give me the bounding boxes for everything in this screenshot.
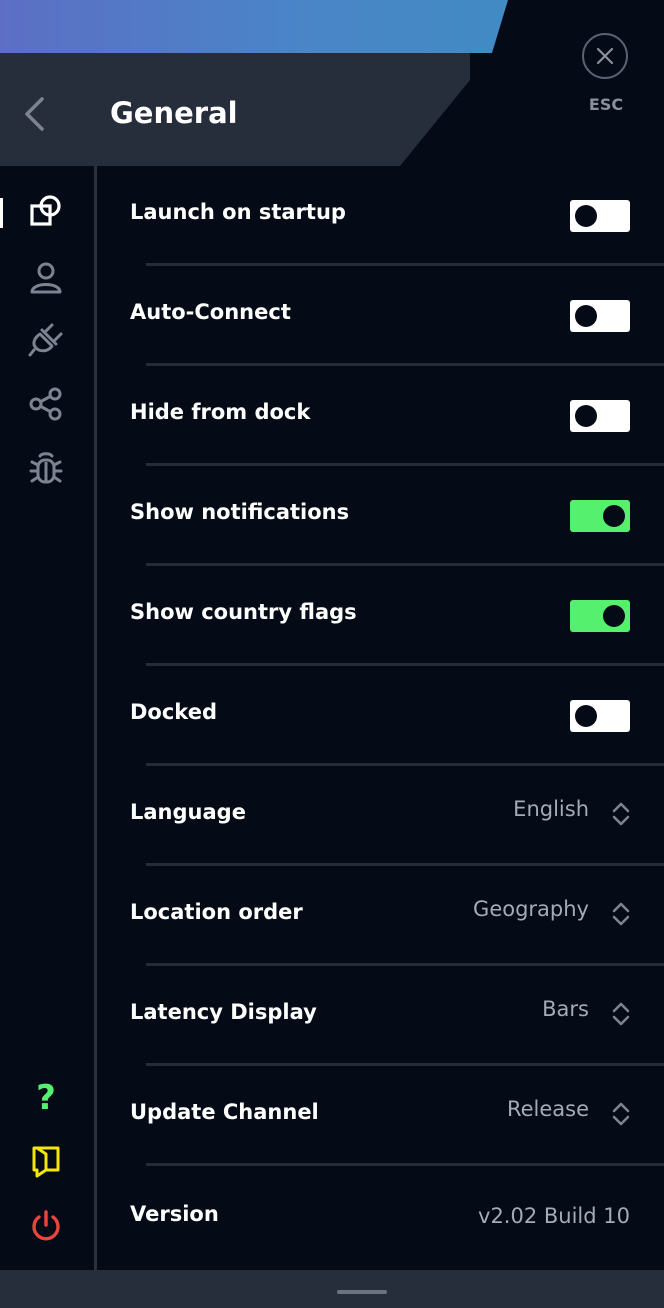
plug-icon [28, 323, 63, 357]
show-notifications-toggle[interactable] [570, 500, 630, 532]
share-icon [29, 387, 62, 421]
hide-from-dock-toggle[interactable] [570, 400, 630, 432]
auto-connect-toggle[interactable] [570, 300, 630, 332]
active-indicator [0, 198, 3, 228]
back-button[interactable] [14, 93, 54, 135]
sidebar-item-share[interactable] [22, 383, 70, 425]
chevron-left-icon [25, 97, 44, 131]
setting-label: Latency Display [130, 1000, 317, 1024]
sidebar-item-quit[interactable] [22, 1205, 70, 1247]
location-order-select-value[interactable]: Geography [473, 897, 589, 921]
setting-label: Auto-Connect [130, 300, 291, 324]
power-icon [32, 1210, 60, 1241]
show-country-flags-toggle[interactable] [570, 600, 630, 632]
version-value: v2.02 Build 10 [478, 1204, 630, 1228]
bug-icon [29, 452, 63, 484]
setting-row-show-notifications: Show notifications [97, 466, 664, 566]
setting-row-launch-on-startup: Launch on startup [97, 166, 664, 266]
setting-label: Show country flags [130, 600, 357, 624]
toggle-knob [575, 305, 597, 327]
close-icon [596, 47, 614, 65]
toggle-knob [603, 505, 625, 527]
setting-label: Update Channel [130, 1100, 319, 1124]
sidebar-item-help[interactable]: ? [22, 1077, 70, 1119]
setting-label: Location order [130, 900, 303, 924]
toggle-knob [575, 405, 597, 427]
select-arrows-icon[interactable] [610, 899, 632, 929]
setting-row-show-country-flags: Show country flags [97, 566, 664, 666]
setting-label: Launch on startup [130, 200, 346, 224]
drag-handle[interactable] [337, 1290, 387, 1294]
select-arrows-icon[interactable] [610, 1099, 632, 1129]
update-channel-select-value[interactable]: Release [507, 1097, 589, 1121]
esc-label: ESC [588, 95, 624, 114]
close-button[interactable] [582, 33, 628, 79]
shapes-icon [30, 195, 61, 226]
sidebar-item-debug[interactable] [22, 447, 70, 489]
setting-label: Docked [130, 700, 217, 724]
language-select-value[interactable]: English [513, 797, 589, 821]
setting-row-version: Version v2.02 Build 10 [97, 1166, 664, 1266]
setting-row-latency-display[interactable]: Latency Display Bars [97, 966, 664, 1066]
user-icon [30, 262, 62, 294]
select-arrows-icon[interactable] [610, 999, 632, 1029]
help-icon: ? [36, 1078, 56, 1118]
setting-row-language[interactable]: Language English [97, 766, 664, 866]
docked-toggle[interactable] [570, 700, 630, 732]
setting-label: Hide from dock [130, 400, 311, 424]
setting-row-update-channel[interactable]: Update Channel Release [97, 1066, 664, 1166]
setting-row-hide-from-dock: Hide from dock [97, 366, 664, 466]
setting-row-auto-connect: Auto-Connect [97, 266, 664, 366]
launch-on-startup-toggle[interactable] [570, 200, 630, 232]
page-title: General [110, 96, 238, 130]
book-icon [32, 1146, 60, 1178]
setting-row-docked: Docked [97, 666, 664, 766]
setting-label: Show notifications [130, 500, 350, 524]
sidebar-item-account[interactable] [22, 256, 70, 298]
sidebar-item-general[interactable] [22, 191, 70, 233]
settings-list: Launch on startup Auto-Connect Hide from… [97, 166, 664, 1270]
setting-row-location-order[interactable]: Location order Geography [97, 866, 664, 966]
bottom-bar [0, 1270, 664, 1308]
toggle-knob [575, 205, 597, 227]
sidebar-item-connection[interactable] [22, 319, 70, 361]
setting-label: Language [130, 800, 246, 824]
select-arrows-icon[interactable] [610, 799, 632, 829]
setting-label: Version [130, 1202, 219, 1226]
toggle-knob [603, 605, 625, 627]
latency-display-select-value[interactable]: Bars [542, 997, 589, 1021]
toggle-knob [575, 705, 597, 727]
sidebar-item-docs[interactable] [22, 1140, 70, 1182]
